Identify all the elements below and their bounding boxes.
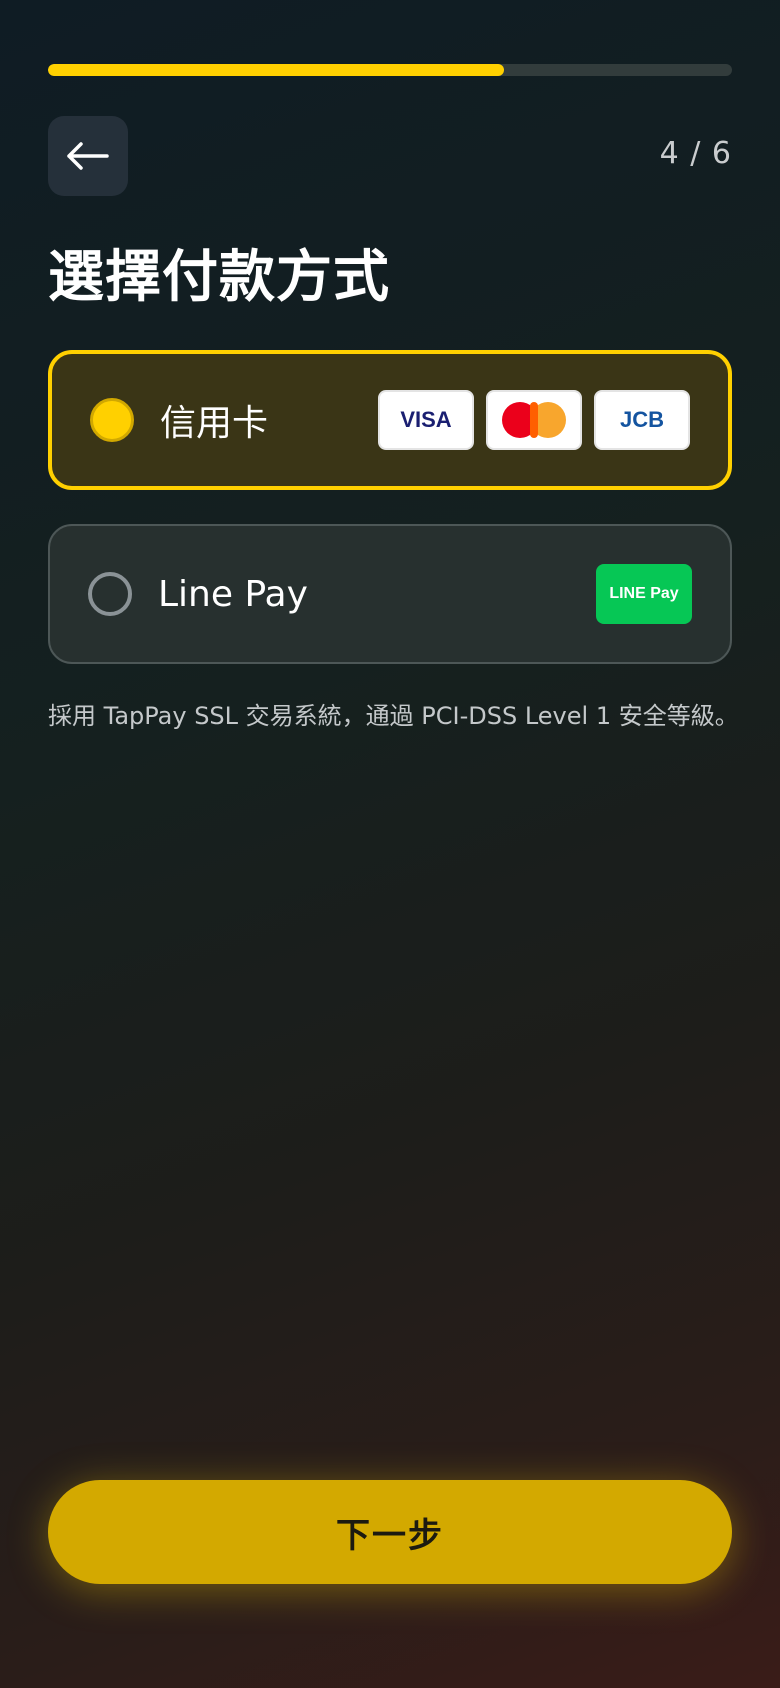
jcb-badge: JCB	[594, 390, 690, 450]
mastercard-badge	[486, 390, 582, 450]
radio-unselected[interactable]	[88, 572, 132, 616]
option-label-credit-card: 信用卡	[160, 403, 269, 444]
option-label-line-pay: Line Pay	[158, 573, 308, 615]
arrow-left-icon	[67, 142, 109, 170]
next-step-button[interactable]: 下一步	[48, 1480, 732, 1584]
radio-selected[interactable]	[90, 398, 134, 442]
line-pay-badges: LINE Pay	[596, 564, 692, 624]
security-note: 採用 TapPay SSL 交易系統，通過 PCI-DSS Level 1 安全…	[48, 702, 739, 730]
progress-bar-fill	[48, 64, 505, 76]
visa-badge: VISA	[378, 390, 474, 450]
back-button[interactable]	[48, 116, 128, 196]
card-brand-badges: VISA JCB	[378, 390, 690, 450]
payment-option-line-pay[interactable]: Line Pay LINE Pay	[48, 524, 732, 664]
step-counter: 4 / 6	[659, 136, 732, 171]
progress-bar	[48, 64, 732, 76]
line-pay-badge: LINE Pay	[596, 564, 692, 624]
page-title: 選擇付款方式	[48, 245, 390, 310]
mastercard-logo-icon	[498, 402, 570, 438]
payment-option-credit-card[interactable]: 信用卡 VISA JCB	[48, 350, 732, 490]
